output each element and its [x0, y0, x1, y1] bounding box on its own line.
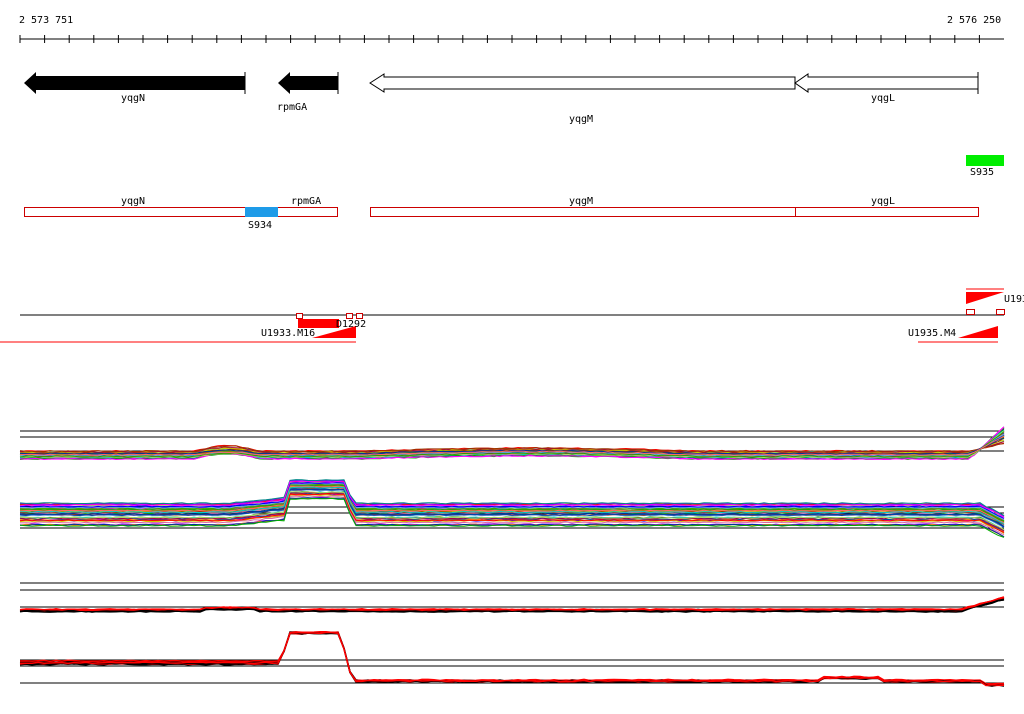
expression-line: [19, 631, 1005, 685]
transcript-block-U1933[interactable]: [298, 319, 339, 328]
annotation-track: yqgN rpmGA yqgM yqgL S934: [24, 196, 979, 231]
expression-line: [19, 631, 1005, 687]
gene-label-yqgM: yqgM: [569, 114, 593, 125]
annotation-label-yqgN: yqgN: [121, 196, 145, 207]
annotation-box-yqgM[interactable]: [370, 207, 796, 217]
expression-lines-panel-4: [19, 631, 1005, 687]
expression-lines-panel-3: [19, 596, 1005, 613]
gene-arrow-yqgL[interactable]: [794, 73, 979, 93]
expression-lines-panel-2: [19, 479, 1005, 538]
annotation-box-yqgN-rpmGA[interactable]: [24, 207, 338, 217]
transcript-wedge-U193[interactable]: [966, 292, 1004, 304]
coordinate-ruler: 2 573 751 2 576 250: [19, 15, 1004, 43]
expression-panel-3: [19, 582, 1005, 613]
segment-label-S934: S934: [248, 220, 272, 231]
expression-lines-panel-1: [19, 426, 1005, 461]
segment-S934[interactable]: [245, 207, 278, 217]
annotation-box-yqgL[interactable]: [795, 207, 979, 217]
segment-label-S935: S935: [970, 167, 994, 178]
gene-label-rpmGA: rpmGA: [277, 102, 307, 113]
expression-line: [19, 596, 1005, 611]
annotation-label-rpmGA: rpmGA: [291, 196, 321, 207]
ruler-end-label: 2 576 250: [947, 15, 1001, 26]
gene-label-yqgL: yqgL: [871, 93, 895, 104]
segment-track: S935: [966, 155, 1004, 178]
expression-panel-4: [19, 631, 1005, 687]
expression-panel-2: [19, 479, 1005, 538]
gene-arrow-yqgM[interactable]: [369, 73, 796, 93]
expression-panel-1: [19, 426, 1005, 461]
gene-label-yqgN: yqgN: [121, 93, 145, 104]
gene-arrow-rpmGA[interactable]: [278, 72, 338, 94]
gene-arrow-yqgN[interactable]: [24, 72, 245, 94]
annotation-label-yqgM: yqgM: [569, 196, 593, 207]
transcript-track: U1933.M16 D1292 U193 U1935.M4: [0, 288, 1024, 343]
transcript-label-U193: U193: [1004, 294, 1024, 305]
expression-line: [19, 596, 1005, 611]
transcript-label-U1933.M16: U1933.M16: [261, 328, 315, 339]
transcript-label-U1935.M4: U1935.M4: [908, 328, 956, 339]
transcript-wedge-U1935[interactable]: [958, 326, 998, 338]
transcript-label-D1292: D1292: [336, 319, 366, 330]
segment-S935[interactable]: [966, 155, 1004, 166]
genome-browser: 2 573 751 2 576 250 yqgN rpmGA yqgM yqgL…: [0, 15, 1024, 687]
annotation-label-yqgL: yqgL: [871, 196, 895, 207]
gene-track: yqgN rpmGA yqgM yqgL: [24, 72, 979, 125]
ruler-start-label: 2 573 751: [19, 15, 73, 26]
